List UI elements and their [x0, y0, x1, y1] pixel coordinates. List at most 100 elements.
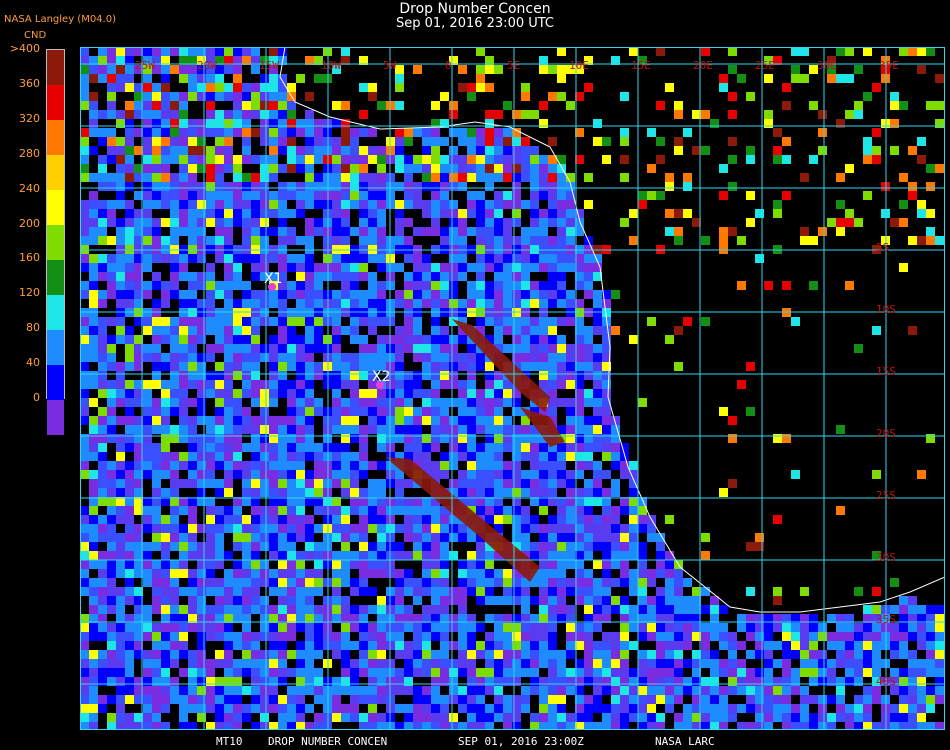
cloud-pixel: [521, 632, 530, 641]
cloud-pixel: [584, 542, 593, 551]
cloud-pixel: [170, 569, 179, 578]
cloud-pixel: [863, 632, 872, 641]
cloud-pixel: [674, 659, 683, 668]
cloud-pixel: [926, 182, 935, 191]
cloud-pixel: [548, 299, 557, 308]
cloud-pixel: [413, 299, 422, 308]
cloud-pixel: [503, 704, 512, 713]
cloud-pixel: [737, 686, 746, 695]
cloud-pixel: [440, 344, 449, 353]
cloud-pixel: [665, 605, 674, 614]
cloud-pixel: [89, 488, 98, 497]
cloud-pixel: [512, 425, 521, 434]
cloud-pixel: [566, 254, 575, 263]
cloud-pixel: [440, 704, 449, 713]
cloud-pixel: [395, 236, 404, 245]
cloud-pixel: [179, 146, 188, 155]
cloud-pixel: [611, 659, 620, 668]
cloud-pixel: [404, 344, 413, 353]
cloud-pixel: [440, 695, 449, 704]
cloud-pixel: [800, 659, 809, 668]
cloud-pixel: [467, 200, 476, 209]
cloud-pixel: [278, 182, 287, 191]
cloud-pixel: [206, 182, 215, 191]
cloud-pixel: [89, 236, 98, 245]
cloud-pixel: [620, 596, 629, 605]
cloud-pixel: [242, 560, 251, 569]
cloud-pixel: [359, 434, 368, 443]
cloud-pixel: [404, 254, 413, 263]
cloud-pixel: [683, 677, 692, 686]
cloud-pixel: [314, 335, 323, 344]
cloud-pixel: [539, 560, 548, 569]
cloud-pixel: [188, 290, 197, 299]
cloud-pixel: [260, 110, 269, 119]
cloud-pixel: [206, 344, 215, 353]
cloud-pixel: [431, 227, 440, 236]
cloud-pixel: [566, 227, 575, 236]
cloud-pixel: [494, 281, 503, 290]
cloud-pixel: [422, 686, 431, 695]
cloud-pixel: [431, 164, 440, 173]
cloud-pixel: [269, 137, 278, 146]
cloud-pixel: [503, 470, 512, 479]
cloud-pixel: [854, 668, 863, 677]
cloud-pixel: [413, 434, 422, 443]
cloud-pixel: [161, 47, 170, 56]
cloud-pixel: [89, 416, 98, 425]
cloud-pixel: [350, 677, 359, 686]
cloud-pixel: [89, 191, 98, 200]
cloud-pixel: [413, 128, 422, 137]
cloud-pixel: [332, 371, 341, 380]
cloud-pixel: [215, 137, 224, 146]
cloud-pixel: [242, 551, 251, 560]
cloud-pixel: [431, 461, 440, 470]
cloud-pixel: [656, 641, 665, 650]
cloud-pixel: [584, 632, 593, 641]
cloud-pixel: [215, 380, 224, 389]
cloud-pixel: [269, 299, 278, 308]
cloud-pixel: [539, 344, 548, 353]
cloud-pixel: [485, 236, 494, 245]
cloud-pixel: [440, 560, 449, 569]
cloud-pixel: [197, 524, 206, 533]
cloud-pixel: [224, 461, 233, 470]
cloud-pixel: [179, 119, 188, 128]
cloud-pixel: [80, 344, 89, 353]
cloud-pixel: [89, 596, 98, 605]
cloud-pixel: [143, 137, 152, 146]
cloud-pixel: [125, 632, 134, 641]
cloud-pixel: [224, 227, 233, 236]
cloud-pixel: [350, 524, 359, 533]
cloud-pixel: [845, 281, 854, 290]
cloud-pixel: [791, 47, 800, 56]
cloud-pixel: [287, 479, 296, 488]
cloud-pixel: [170, 587, 179, 596]
satellite-map[interactable]: 25W 20W 15W 10W 5W 0 5E 10E 15E 20E 25E 30E 35E 5S 10S…: [80, 47, 945, 730]
cloud-pixel: [269, 209, 278, 218]
cloud-pixel: [872, 326, 881, 335]
cloud-pixel: [224, 713, 233, 722]
cloud-pixel: [449, 641, 458, 650]
cloud-pixel: [98, 632, 107, 641]
longitude-label: 20E: [693, 59, 713, 72]
cloud-pixel: [494, 398, 503, 407]
cloud-pixel: [557, 443, 566, 452]
cloud-pixel: [269, 461, 278, 470]
cloud-pixel: [413, 632, 422, 641]
cloud-pixel: [899, 47, 908, 56]
cloud-pixel: [341, 164, 350, 173]
cloud-pixel: [395, 704, 404, 713]
cloud-pixel: [269, 641, 278, 650]
cloud-pixel: [494, 623, 503, 632]
cloud-pixel: [296, 515, 305, 524]
cloud-pixel: [152, 425, 161, 434]
cloud-pixel: [125, 542, 134, 551]
cloud-pixel: [305, 623, 314, 632]
cloud-pixel: [557, 587, 566, 596]
cloud-pixel: [503, 218, 512, 227]
cloud-pixel: [449, 587, 458, 596]
cloud-pixel: [179, 686, 188, 695]
cloud-pixel: [359, 398, 368, 407]
cloud-pixel: [494, 686, 503, 695]
